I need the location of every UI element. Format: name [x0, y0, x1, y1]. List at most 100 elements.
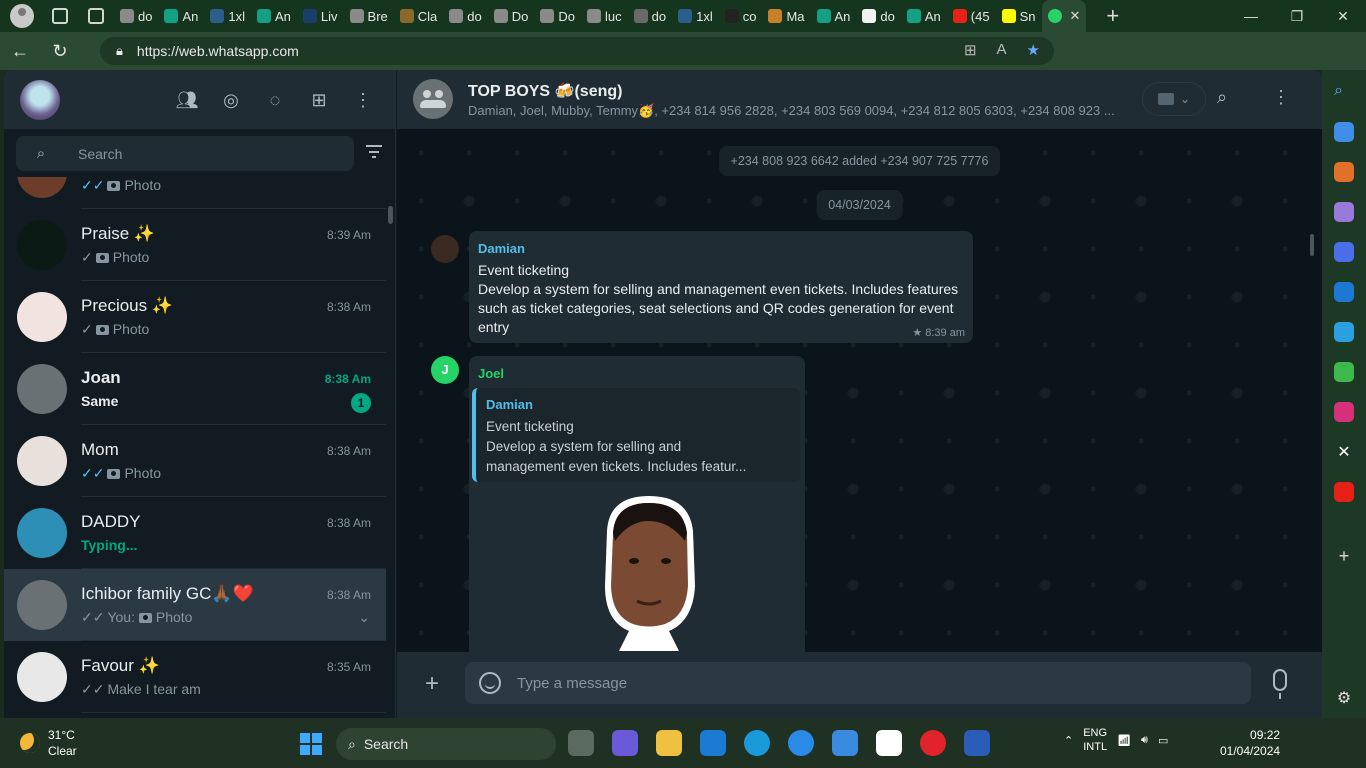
hp-icon[interactable] [700, 730, 726, 756]
chat-row[interactable]: Favour ✨ 8:35 Am ✓✓ Make I tear am [4, 641, 386, 713]
browser-tab[interactable]: 1xl [672, 0, 719, 32]
read-aloud-icon[interactable]: A [997, 41, 1007, 59]
add-icon[interactable]: + [1334, 546, 1354, 566]
profile-avatar-icon[interactable] [10, 4, 34, 28]
sticker-image[interactable] [589, 491, 709, 651]
instagram-icon[interactable] [1334, 402, 1354, 422]
chat-list-scrollbar[interactable] [388, 182, 394, 718]
back-button[interactable]: ← [0, 41, 40, 62]
lock-icon[interactable]: 🔒︎ [116, 43, 123, 59]
search-messages-icon[interactable]: ⌕ [1217, 87, 1227, 108]
help-icon[interactable] [788, 730, 814, 756]
start-button[interactable] [300, 733, 322, 755]
new-chat-icon[interactable]: ⊞ [307, 88, 331, 112]
browser-tab[interactable]: luc [581, 0, 628, 32]
video-call-button[interactable]: ⌄ [1142, 82, 1206, 116]
teams-icon[interactable] [612, 730, 638, 756]
message-input[interactable] [517, 672, 1217, 694]
conversation-header[interactable]: TOP BOYS 🍻(seng) Damian, Joel, Mubby, Te… [397, 70, 1322, 129]
app-available-icon[interactable]: ⊞ [964, 41, 977, 59]
channels-icon[interactable]: ◌ [263, 88, 287, 112]
language-indicator[interactable]: ENG INTL [1083, 726, 1107, 754]
weather-widget[interactable]: 31°C Clear [20, 727, 77, 759]
message-bubble[interactable]: Joel Damian Event ticketing Develop a sy… [469, 356, 805, 666]
message-bubble[interactable]: Damian Event ticketing Develop a system … [469, 231, 973, 343]
favorite-star-icon[interactable]: ★ [1027, 41, 1040, 59]
message-sender[interactable]: Damian [478, 241, 525, 256]
send-icon[interactable] [1334, 322, 1354, 342]
filter-icon[interactable] [366, 145, 382, 159]
profile-avatar[interactable] [20, 80, 60, 120]
browser-tab[interactable]: (45 [947, 0, 996, 32]
browser-tab[interactable]: An [811, 0, 857, 32]
chat-row[interactable]: Ichibor family GC🙏🏾❤️ 8:38 Am ✓✓ You: Photo… [4, 569, 386, 641]
chat-row[interactable]: Mom 8:38 Am ✓✓ Photo [4, 425, 386, 497]
browser-tab[interactable]: An [901, 0, 947, 32]
browser-tab[interactable]: do [114, 0, 158, 32]
microphone-icon[interactable] [1273, 669, 1287, 699]
youtube-icon[interactable] [1334, 482, 1354, 502]
tools-icon[interactable] [1334, 162, 1354, 182]
chevron-down-icon[interactable]: ⌄ [358, 609, 370, 626]
games-icon[interactable] [1334, 202, 1354, 222]
browser-tab[interactable]: Bre [344, 0, 394, 32]
message-sender[interactable]: Joel [478, 366, 504, 381]
browser-tab[interactable]: Sn [996, 0, 1042, 32]
word-icon[interactable] [964, 730, 990, 756]
search-icon[interactable]: ⌕ [1334, 82, 1354, 102]
url-field[interactable]: 🔒︎ https://web.whatsapp.com ⊞ A ★ [100, 37, 1054, 65]
store-icon[interactable] [832, 730, 858, 756]
browser-tab[interactable]: Liv [297, 0, 344, 32]
settings-icon[interactable]: ⚙ [1334, 688, 1354, 708]
menu-icon[interactable]: ⋮ [351, 88, 375, 112]
quoted-message[interactable]: Damian Event ticketing Develop a system … [472, 388, 800, 482]
browser-tab[interactable]: An [251, 0, 297, 32]
search-icon[interactable]: ⌕ [16, 145, 66, 162]
browser-tab[interactable]: An [158, 0, 204, 32]
browser-tab[interactable]: Ma [762, 0, 810, 32]
communities-icon[interactable]: 👥︎ [175, 88, 199, 112]
chat-row[interactable]: DADDY 8:38 Am Typing... [4, 497, 386, 569]
browser-tab[interactable]: Do [534, 0, 581, 32]
chat-row[interactable]: Precious ✨ 8:38 Am ✓ Photo [4, 281, 386, 353]
wifi-icon[interactable]: 📶︎ [1117, 734, 1131, 747]
outlook-icon[interactable] [1334, 282, 1354, 302]
group-title[interactable]: TOP BOYS 🍻(seng) [468, 81, 622, 101]
browser-tab[interactable]: do [443, 0, 487, 32]
battery-icon[interactable]: ▭ [1158, 734, 1168, 747]
tag-icon[interactable] [1334, 122, 1354, 142]
new-tab-button[interactable]: + [1106, 3, 1119, 29]
office-icon[interactable] [1334, 242, 1354, 262]
chat-row[interactable]: Praise ✨ 8:39 Am ✓ Photo [4, 209, 386, 281]
sender-avatar[interactable] [431, 235, 459, 263]
scrollbar-thumb[interactable] [388, 206, 393, 224]
maximize-button[interactable]: ❐ [1274, 8, 1320, 25]
taskbar-search[interactable]: ⌕ Search [336, 728, 556, 760]
refresh-button[interactable]: ↻ [40, 41, 80, 62]
conversation-menu-icon[interactable]: ⋮ [1272, 87, 1290, 108]
tab-actions-icon[interactable] [88, 8, 104, 24]
workspaces-icon[interactable] [52, 8, 68, 24]
opera-icon[interactable] [920, 730, 946, 756]
sender-avatar[interactable]: J [431, 356, 459, 384]
volume-icon[interactable]: 🔊︎ [1141, 734, 1148, 747]
browser-tab[interactable]: 1xl [204, 0, 251, 32]
attach-button[interactable]: + [425, 670, 439, 698]
browser-tab[interactable]: Do [488, 0, 535, 32]
tab-close-icon[interactable]: ✕ [1070, 8, 1081, 24]
tab-whatsapp-active[interactable]: ✕ [1041, 0, 1087, 32]
group-members[interactable]: Damian, Joel, Mubby, Temmy🥳, +234 814 95… [468, 103, 1118, 119]
emoji-icon[interactable] [479, 672, 501, 694]
browser-tab[interactable]: do [628, 0, 672, 32]
edge-icon[interactable] [744, 730, 770, 756]
show-hidden-icons[interactable]: ⌃ [1064, 734, 1073, 747]
chat-row[interactable]: Joan 8:38 Am Same 1 [4, 353, 386, 425]
capcut-icon[interactable] [876, 730, 902, 756]
file-explorer-icon[interactable] [656, 730, 682, 756]
browser-tab[interactable]: Cla [394, 0, 444, 32]
browser-tab[interactable]: do [856, 0, 900, 32]
message-scrollbar[interactable] [1310, 234, 1314, 256]
close-window-button[interactable]: ✕ [1320, 8, 1366, 25]
x-icon[interactable]: ✕ [1334, 442, 1354, 462]
status-icon[interactable]: ◎ [219, 88, 243, 112]
